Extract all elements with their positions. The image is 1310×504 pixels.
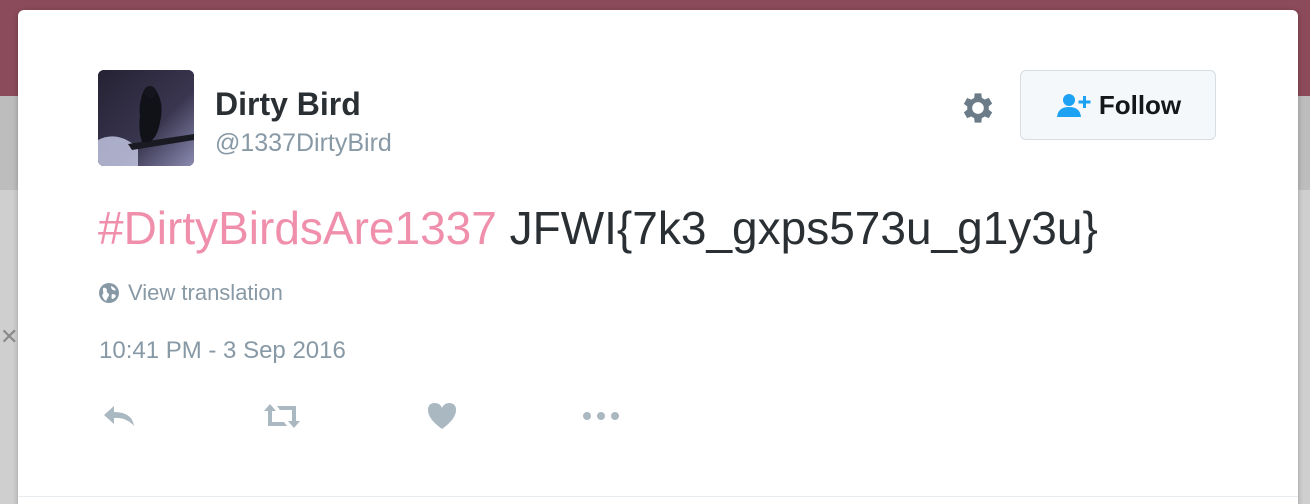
more-dots-icon[interactable]: [578, 398, 624, 434]
tweet-text: #DirtyBirdsAre1337 JFWI{7k3_gxps573u_g1y…: [98, 200, 1098, 256]
timestamp[interactable]: 10:41 PM - 3 Sep 2016: [99, 337, 346, 365]
hashtag-link[interactable]: #DirtyBirdsAre1337: [98, 202, 497, 254]
author-name[interactable]: Dirty Bird: [215, 86, 361, 122]
gear-icon[interactable]: [958, 88, 998, 128]
view-translation-link[interactable]: View translation: [98, 280, 283, 306]
view-translation-label: View translation: [128, 280, 283, 305]
like-heart-icon[interactable]: [424, 398, 460, 434]
globe-icon: [99, 283, 119, 303]
close-icon[interactable]: ✕: [0, 326, 18, 348]
author-handle[interactable]: @1337DirtyBird: [215, 128, 392, 158]
follow-label: Follow: [1098, 89, 1182, 120]
avatar-image: [98, 70, 194, 166]
tweet-body: JFWI{7k3_gxps573u_g1y3u}: [496, 202, 1098, 254]
card-divider: [18, 496, 1298, 497]
follow-button[interactable]: Follow: [1020, 70, 1216, 140]
retweet-icon[interactable]: [260, 398, 304, 434]
add-user-icon: [1056, 94, 1091, 117]
tweet-card: Dirty Bird @1337DirtyBird Follow #DirtyB…: [18, 10, 1298, 504]
avatar[interactable]: [98, 70, 194, 166]
reply-icon[interactable]: [100, 398, 140, 434]
